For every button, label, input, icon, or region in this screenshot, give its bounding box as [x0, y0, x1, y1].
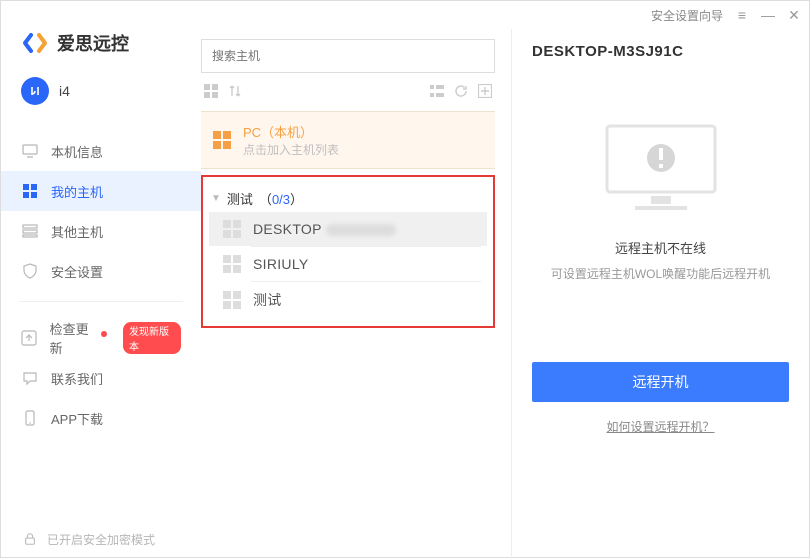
- upload-icon: [21, 329, 38, 347]
- refresh-icon[interactable]: [453, 83, 469, 99]
- grid-icon: [213, 131, 231, 149]
- nav-secondary: 检查更新 发现新版本 联系我们 APP下载: [1, 312, 201, 438]
- sidebar-item-check-update[interactable]: 检查更新 发现新版本: [1, 318, 201, 358]
- redacted-text: [326, 224, 396, 236]
- how-to-link[interactable]: 如何设置远程开机？: [532, 418, 789, 435]
- search-input[interactable]: [212, 49, 484, 63]
- profile-row[interactable]: i4: [1, 71, 201, 125]
- nav-primary: 本机信息 我的主机 其他主机 安全设置: [1, 125, 201, 291]
- titlebar: 安全设置向导 ≡ — ✕: [1, 1, 809, 29]
- sidebar: 爱思远控 i4 本机信息 我的主机 其他主机 安全设置: [1, 29, 201, 559]
- view-grid-icon[interactable]: [203, 83, 219, 99]
- logo-icon: [21, 29, 49, 57]
- view-list-icon[interactable]: [429, 83, 445, 99]
- host-item-1[interactable]: SIRIULY: [209, 247, 487, 281]
- offline-hint: 可设置远程主机WOL唤醒功能后远程开机: [551, 265, 770, 282]
- sidebar-item-app-download[interactable]: APP下载: [1, 398, 201, 438]
- chevron-down-icon: ▼: [211, 193, 221, 204]
- local-pc-card[interactable]: PC（本机） 点击加入主机列表: [201, 111, 495, 169]
- sort-icon[interactable]: [227, 83, 243, 99]
- local-pc-sub: 点击加入主机列表: [243, 141, 339, 158]
- chat-icon: [21, 369, 39, 387]
- grid-icon: [21, 182, 39, 200]
- sidebar-item-my-hosts[interactable]: 我的主机: [1, 171, 201, 211]
- local-pc-title: PC（本机）: [243, 122, 339, 141]
- encryption-status: 已开启安全加密模式: [1, 519, 201, 559]
- group-header[interactable]: ▼ 测试 （0/3）: [209, 181, 487, 212]
- sidebar-item-contact[interactable]: 联系我们: [1, 358, 201, 398]
- selected-host-title: DESKTOP-M3SJ91C: [532, 43, 789, 60]
- details-panel: DESKTOP-M3SJ91C 远程主机不在线 可设置远程主机WOL唤醒功能后远…: [511, 29, 809, 559]
- monitor-icon: [21, 142, 39, 160]
- menu-icon[interactable]: ≡: [735, 7, 749, 23]
- offline-message: 远程主机不在线: [615, 238, 706, 257]
- list-icon: [21, 222, 39, 240]
- profile-name: i4: [59, 83, 70, 99]
- add-icon[interactable]: [477, 83, 493, 99]
- lock-icon: [21, 530, 39, 548]
- host-list-panel: PC（本机） 点击加入主机列表 ▼ 测试 （0/3） DESKTOP SIRIU…: [201, 29, 511, 559]
- highlight-box: ▼ 测试 （0/3） DESKTOP SIRIULY 测试: [201, 175, 495, 328]
- app-name: 爱思远控: [57, 30, 129, 56]
- new-version-pill: 发现新版本: [123, 322, 181, 354]
- phone-icon: [21, 409, 39, 427]
- sidebar-item-security[interactable]: 安全设置: [1, 251, 201, 291]
- view-toolbar: [201, 83, 495, 99]
- close-icon[interactable]: ✕: [787, 7, 801, 24]
- sidebar-item-other-hosts[interactable]: 其他主机: [1, 211, 201, 251]
- host-grid-icon: [223, 255, 241, 273]
- host-item-2[interactable]: 测试: [209, 282, 487, 318]
- sidebar-item-local-info[interactable]: 本机信息: [1, 131, 201, 171]
- host-item-0[interactable]: DESKTOP: [209, 212, 487, 246]
- remote-power-button[interactable]: 远程开机: [532, 362, 789, 402]
- host-grid-icon: [223, 220, 241, 238]
- avatar-icon: [21, 77, 49, 105]
- search-box[interactable]: [201, 39, 495, 73]
- security-wizard-link[interactable]: 安全设置向导: [651, 7, 723, 24]
- shield-icon: [21, 262, 39, 280]
- host-grid-icon: [223, 291, 241, 309]
- offline-monitor-icon: [601, 120, 721, 220]
- app-logo: 爱思远控: [1, 29, 201, 71]
- minimize-icon[interactable]: —: [761, 7, 775, 23]
- update-dot-icon: [101, 331, 107, 337]
